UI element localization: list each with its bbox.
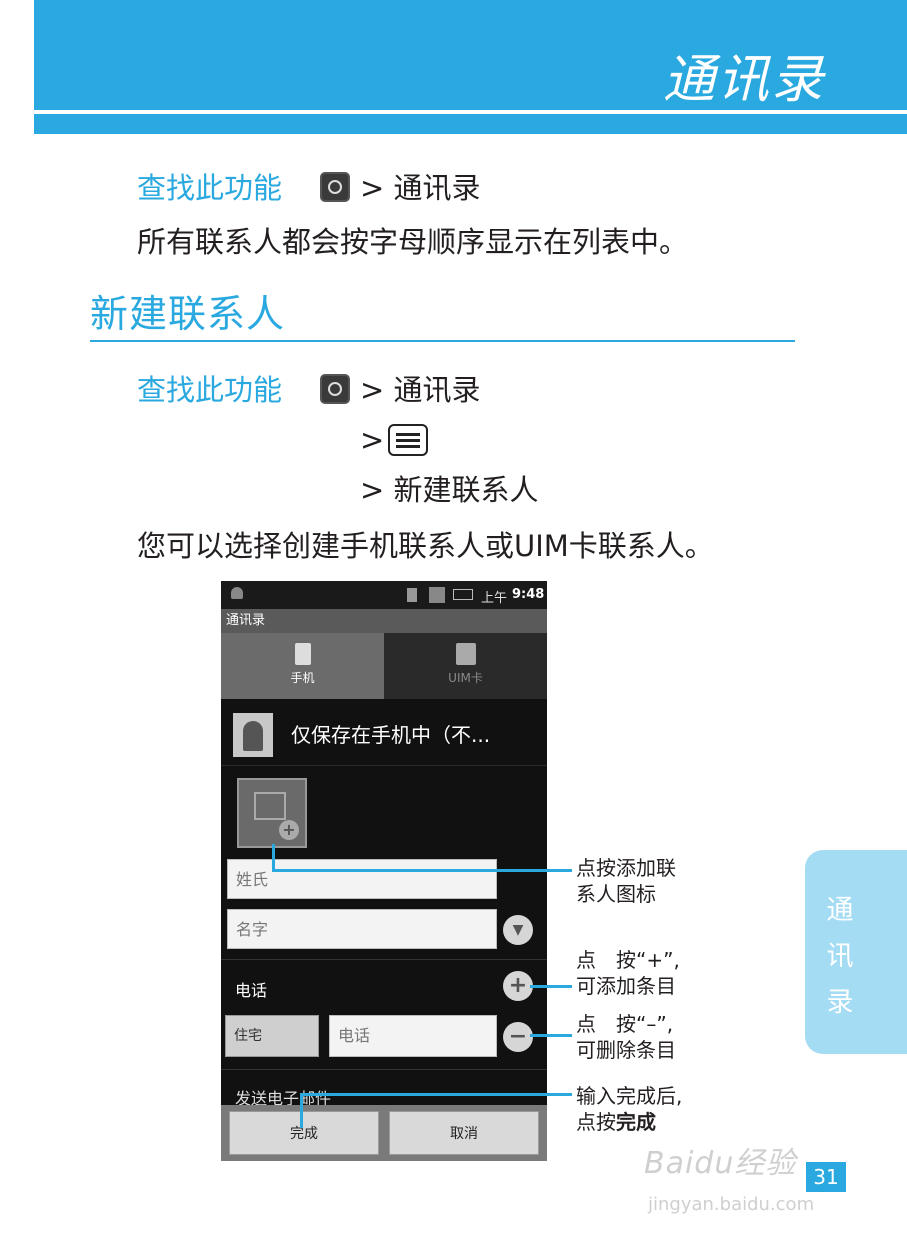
- contact-avatar-icon: [233, 713, 273, 757]
- watermark-logo: Baidu经验: [644, 1146, 797, 1181]
- callout-photo-1: 点按添加联: [576, 856, 676, 880]
- picture-icon: [254, 792, 286, 820]
- divider: [221, 959, 547, 960]
- menu-key-icon: [388, 424, 428, 456]
- status-time-prefix: 上午: [481, 591, 508, 606]
- network-3g-icon: [407, 588, 417, 602]
- app-title-bar: 通讯录: [221, 609, 547, 633]
- section-title: 新建联系人: [90, 292, 286, 336]
- header-stripe: [34, 114, 907, 134]
- callout-line-photo-v: [272, 844, 275, 872]
- callout-line-photo-h: [272, 869, 572, 872]
- create-contact-text: 您可以选择创建手机联系人或UIM卡联系人。: [137, 529, 714, 563]
- callout-done-1: 输入完成后,: [576, 1084, 683, 1108]
- given-name-field[interactable]: 名字: [227, 909, 497, 949]
- find-feature-label: 查找此功能: [137, 171, 283, 205]
- cancel-button[interactable]: 取消: [389, 1111, 539, 1155]
- tab-uim-label: UIM卡: [448, 671, 483, 685]
- chapter-title: 通讯录: [662, 50, 825, 110]
- status-time: 9:48: [512, 587, 545, 602]
- storage-tabs: 手机 UIM卡: [221, 633, 547, 699]
- callout-line-done-h: [300, 1093, 572, 1096]
- save-location-row[interactable]: 仅保存在手机中（不...: [221, 705, 547, 766]
- phone-type-selector[interactable]: 住宅: [225, 1015, 319, 1057]
- home-key-icon: [320, 172, 350, 202]
- add-photo-icon: +: [279, 820, 299, 840]
- tab-phone-label: 手机: [290, 671, 315, 685]
- path-contacts-2: > 通讯录: [360, 373, 481, 407]
- callout-done-2: 点按完成: [576, 1110, 656, 1135]
- callout-remove-1: 点 按“–”,: [576, 1012, 674, 1036]
- phone-number-field[interactable]: 电话: [329, 1015, 497, 1057]
- save-location-text: 仅保存在手机中（不...: [291, 723, 491, 747]
- sim-card-icon: [455, 643, 476, 665]
- intro-text: 所有联系人都会按字母顺序显示在列表中。: [137, 225, 689, 259]
- path-menu-prefix: >: [360, 423, 385, 457]
- callout-line-remove: [530, 1034, 572, 1037]
- page-number: 31: [806, 1162, 846, 1192]
- divider-2: [221, 1069, 547, 1070]
- tab-phone[interactable]: 手机: [221, 633, 384, 699]
- find-feature-label-2: 查找此功能: [137, 373, 283, 407]
- section-rule: [90, 340, 795, 342]
- remove-entry-icon[interactable]: −: [503, 1022, 533, 1052]
- path-new-contact: > 新建联系人: [360, 473, 539, 507]
- callout-line-done-v: [300, 1093, 303, 1128]
- phone-icon: [294, 643, 311, 665]
- callout-done-2-bold: 完成: [616, 1110, 656, 1134]
- tab-uim[interactable]: UIM卡: [384, 633, 547, 699]
- callout-line-add: [530, 985, 572, 988]
- android-icon: [231, 587, 243, 599]
- status-bar: 上午 9:48: [221, 581, 547, 609]
- action-bar: 完成 取消: [221, 1105, 547, 1161]
- signal-icon: [429, 587, 445, 603]
- callout-add-2: 可添加条目: [576, 974, 676, 998]
- callout-photo-2: 系人图标: [576, 882, 656, 906]
- add-entry-icon[interactable]: +: [503, 971, 533, 1001]
- surname-field[interactable]: 姓氏: [227, 859, 497, 899]
- phone-section-label: 电话: [235, 981, 268, 1000]
- expand-name-icon[interactable]: ▼: [503, 915, 533, 945]
- home-key-icon-2: [320, 374, 350, 404]
- path-contacts: > 通讯录: [360, 171, 481, 205]
- chapter-side-tab-label: 通讯录: [826, 895, 854, 1018]
- contact-photo-button[interactable]: +: [237, 778, 307, 848]
- watermark-url: jingyan.baidu.com: [648, 1194, 815, 1215]
- battery-icon: [453, 589, 473, 600]
- callout-remove-2: 可删除条目: [576, 1038, 676, 1062]
- done-button[interactable]: 完成: [229, 1111, 379, 1155]
- callout-done-2-prefix: 点按: [576, 1110, 616, 1134]
- callout-add-1: 点 按“+”,: [576, 948, 680, 972]
